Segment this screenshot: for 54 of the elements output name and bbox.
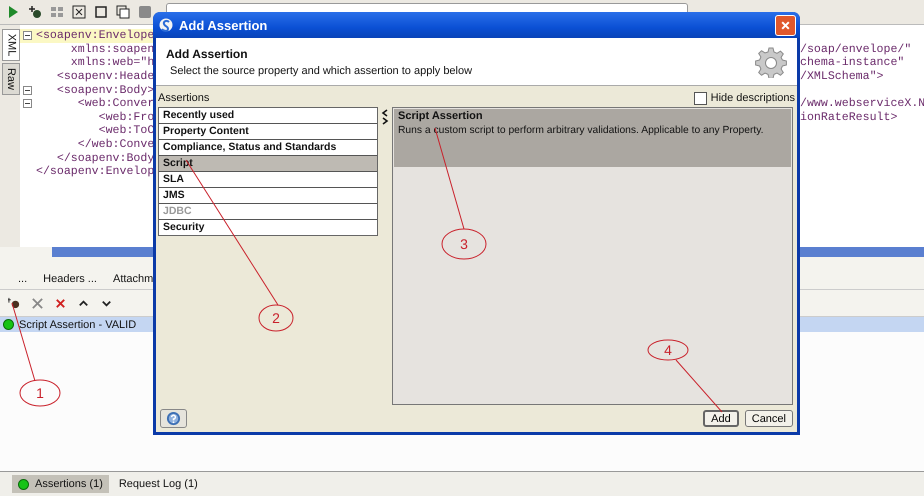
category-item[interactable]: SLA — [159, 172, 377, 188]
splitter-arrows-icon[interactable] — [381, 109, 389, 125]
collapse-icon[interactable] — [22, 31, 32, 40]
window-title: Add Assertion — [179, 18, 268, 32]
code-line: <web:Fro — [98, 110, 154, 124]
code-line: </soapenv:Body — [56, 152, 154, 165]
dialog-button[interactable]: Add — [703, 410, 739, 427]
code-line: /www.webserviceX.N — [800, 97, 924, 110]
panel-tab[interactable]: Assertions (1) — [12, 475, 109, 493]
delete-icon[interactable] — [54, 296, 67, 310]
code-line: </web:Conve — [76, 138, 154, 152]
code-line: <soapenv:Body> — [56, 84, 154, 97]
category-item[interactable]: JMS — [159, 188, 377, 204]
code-line: <soapenv:Envelope — [35, 29, 154, 42]
code-line: ionRateResult> — [800, 110, 898, 124]
dialog-heading: Add Assertion — [166, 46, 249, 60]
add-step-icon[interactable] — [28, 5, 42, 19]
code-line: <web:Conver — [76, 97, 154, 110]
editor-tab[interactable]: Raw — [2, 63, 20, 95]
code-line: </soapenv:Envelop — [35, 165, 154, 178]
panel-tab[interactable]: Request Log (1) — [112, 475, 204, 493]
stop-icon[interactable] — [138, 5, 152, 19]
panel-tab[interactable]: Headers ... — [43, 273, 97, 285]
close-button[interactable] — [775, 14, 796, 36]
category-item[interactable]: Security — [159, 220, 377, 235]
code-line: chema-instance" — [800, 56, 906, 70]
windows-icon[interactable] — [116, 5, 130, 19]
section-label: Assertions — [158, 92, 210, 104]
add-assertion-icon[interactable] — [8, 296, 21, 310]
editor-tab[interactable]: XML — [2, 29, 20, 61]
run-icon[interactable] — [6, 5, 20, 19]
hide-descriptions-checkbox[interactable]: Hide descriptions — [694, 92, 795, 104]
dialog-subtitle: Select the source property and which assertion to apply below — [169, 64, 474, 76]
code-line: /soap/envelope/" — [800, 42, 912, 56]
code-line: /XMLSchema"> — [800, 70, 884, 84]
gear-icon — [755, 46, 787, 78]
help-icon — [166, 411, 181, 426]
collapse-icon[interactable] — [22, 86, 32, 95]
code-line: <soapenv:Heade — [56, 70, 154, 84]
category-item[interactable]: Property Content — [159, 124, 377, 140]
panel-tab[interactable]: Attachm — [112, 273, 154, 285]
panel-tab[interactable]: ... — [18, 273, 28, 285]
assertion-title: Script Assertion — [398, 110, 484, 122]
code-line: xmlns:web="h — [70, 56, 154, 70]
code-line: xmlns:soapen — [70, 42, 154, 56]
square-icon[interactable] — [94, 5, 108, 19]
callout: 4 — [648, 340, 722, 412]
dialog-button[interactable]: Cancel — [744, 410, 793, 427]
help-button[interactable] — [160, 409, 187, 428]
collapse-icon[interactable] — [22, 99, 32, 108]
app-icon — [159, 18, 173, 32]
close-icon — [780, 20, 791, 30]
category-item[interactable]: Recently used — [159, 108, 377, 124]
code-line: <web:ToC — [98, 124, 154, 138]
